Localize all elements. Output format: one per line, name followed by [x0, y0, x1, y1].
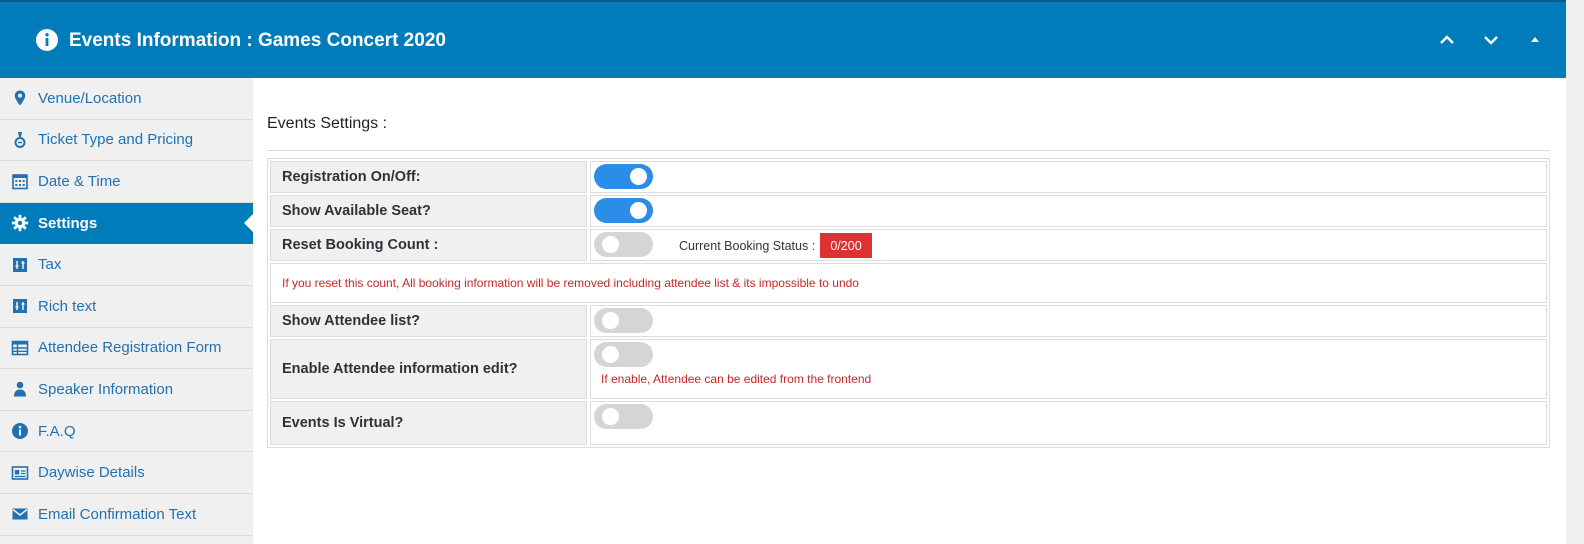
toggle-knob [630, 168, 647, 185]
panel-header: Events Information : Games Concert 2020 [0, 0, 1566, 78]
sidebar-item-label: Attendee Registration Form [38, 339, 222, 357]
sidebar-item-label: Email Confirmation Text [38, 505, 197, 523]
sidebar-item-ticket-pricing[interactable]: Ticket Type and Pricing [0, 120, 253, 162]
show-attendee-list-toggle[interactable] [594, 308, 653, 333]
sidebar-item-label: Ticket Type and Pricing [38, 131, 194, 149]
events-virtual-toggle[interactable] [594, 404, 653, 429]
setting-control-cell: Current Booking Status : 0/200 [590, 229, 1547, 261]
map-pin-icon [14, 90, 26, 106]
setting-control-cell [590, 305, 1547, 337]
sidebar-item-label: Speaker Information [38, 380, 174, 398]
info-circle-icon [12, 423, 28, 440]
setting-label: Events Is Virtual? [270, 401, 587, 445]
toggle-knob [602, 236, 619, 253]
sidebar-item-attendee-registration-form[interactable]: Attendee Registration Form [0, 328, 253, 370]
calendar-icon [12, 174, 28, 190]
sidebar-item-label: F.A.Q [38, 422, 76, 440]
divider [267, 150, 1550, 151]
show-available-seat-toggle[interactable] [594, 198, 653, 223]
event-settings-panel: Events Information : Games Concert 2020 … [0, 0, 1566, 544]
toggle-knob [602, 346, 619, 363]
attendee-edit-toggle[interactable] [594, 342, 653, 367]
table-row: Show Attendee list? [270, 305, 1547, 337]
sidebar-item-venue-location[interactable]: Venue/Location [0, 78, 253, 120]
table-icon [11, 340, 29, 356]
sliders-icon [13, 299, 27, 314]
table-row: Show Available Seat? [270, 195, 1547, 227]
booking-status-badge: 0/200 [820, 233, 872, 258]
setting-label: Registration On/Off: [270, 161, 587, 193]
attendee-edit-hint: If enable, Attendee can be edited from t… [601, 372, 872, 386]
sidebar-item-speaker-information[interactable]: Speaker Information [0, 369, 253, 411]
sidebar-item-email-confirmation-text[interactable]: Email Confirmation Text [0, 494, 253, 536]
chevron-down-icon[interactable] [1481, 30, 1501, 50]
registration-toggle[interactable] [594, 164, 653, 189]
reset-warning-text: If you reset this count, All booking inf… [270, 263, 1547, 303]
panel-title: Events Information : Games Concert 2020 [69, 30, 446, 51]
section-title: Events Settings : [267, 115, 388, 132]
sidebar-item-faq[interactable]: F.A.Q [0, 411, 253, 453]
sliders-icon [13, 257, 27, 272]
toggle-knob [602, 408, 619, 425]
sidebar-item-tax[interactable]: Tax [0, 244, 253, 286]
sidebar-item-label: Settings [38, 214, 98, 232]
sidebar-item-label: Tax [38, 256, 62, 274]
booking-status-label: Current Booking Status : [679, 239, 816, 253]
table-row: Registration On/Off: [270, 161, 1547, 193]
info-circle-icon [36, 29, 58, 51]
sidebar-item-label: Rich text [38, 297, 97, 315]
reset-booking-count-toggle[interactable] [594, 232, 653, 257]
sidebar-item-daywise-details[interactable]: Daywise Details [0, 452, 253, 494]
table-row: Enable Attendee information edit? If ena… [270, 339, 1547, 399]
user-icon [14, 382, 26, 397]
sidebar-item-label: Date & Time [38, 172, 121, 190]
setting-control-cell [590, 161, 1547, 193]
sidebar-nav: Venue/Location Ticket Type and Pricing D… [0, 78, 253, 544]
setting-label: Show Attendee list? [270, 305, 587, 337]
sidebar-item-label: Venue/Location [38, 89, 142, 107]
toggle-knob [602, 312, 619, 329]
setting-label: Enable Attendee information edit? [270, 339, 587, 399]
settings-table: Registration On/Off: Show Available Seat… [267, 158, 1550, 448]
sidebar-item-label: Daywise Details [38, 464, 145, 482]
setting-label: Show Available Seat? [270, 195, 587, 227]
gear-icon [11, 214, 29, 232]
sidebar-item-rich-text[interactable]: Rich text [0, 286, 253, 328]
chevron-up-icon[interactable] [1437, 30, 1457, 50]
table-row: Reset Booking Count : Current Booking St… [270, 229, 1547, 261]
setting-label: Reset Booking Count : [270, 229, 587, 261]
setting-control-cell: If enable, Attendee can be edited from t… [590, 339, 1547, 399]
id-card-icon [11, 465, 29, 480]
ticket-icon [14, 131, 26, 148]
settings-content: Events Settings : Registration On/Off: S… [253, 78, 1566, 544]
sidebar-item-date-time[interactable]: Date & Time [0, 161, 253, 203]
sidebar-item-settings[interactable]: Settings [0, 202, 253, 245]
caret-up-icon[interactable] [1525, 30, 1545, 50]
toggle-knob [630, 202, 647, 219]
envelope-icon [12, 508, 28, 520]
table-row: If you reset this count, All booking inf… [270, 263, 1547, 303]
setting-control-cell [590, 195, 1547, 227]
table-row: Events Is Virtual? [270, 401, 1547, 445]
setting-control-cell [590, 401, 1547, 445]
